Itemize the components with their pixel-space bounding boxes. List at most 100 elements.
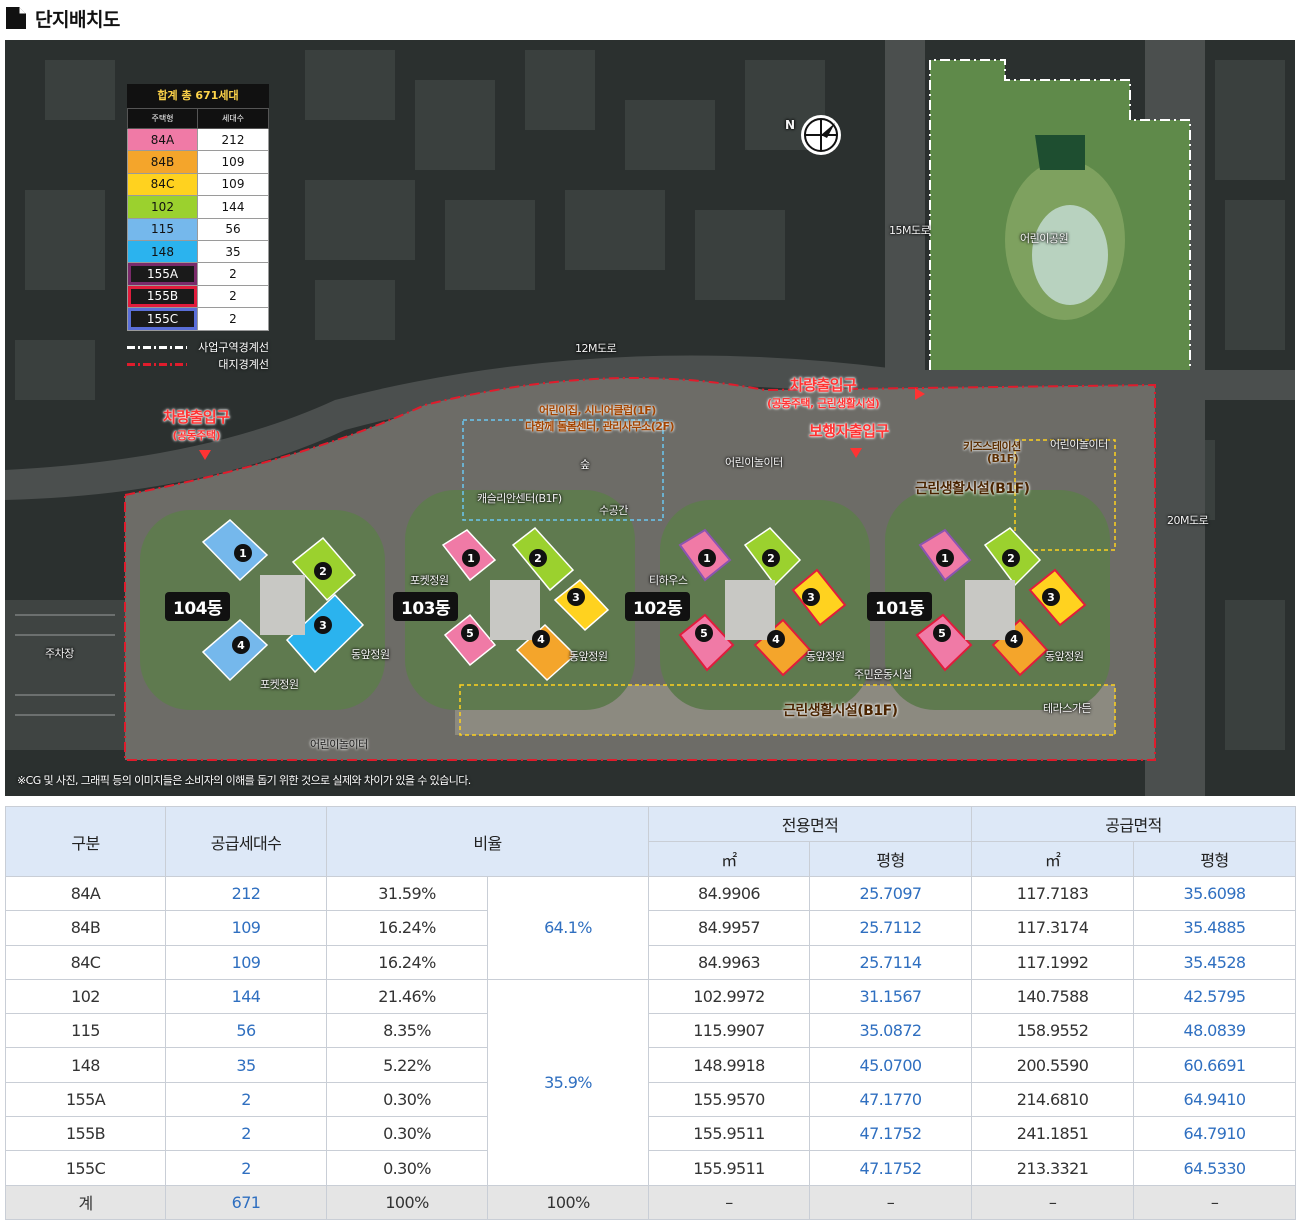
table-row: 155C 2 0.30% 155.9511 47.1752 213.3321 64.5330 [5,1150,1297,1186]
vehicle-entrance-left-label: 차량출입구 [163,408,230,426]
legend-row: 102 144 [127,195,269,219]
vehicle-entrance-right: 차량출입구 (공동주택, 근린생활시설) [767,374,880,411]
cell-exclusive-sqm: 84.9963 [648,944,810,980]
unit-marker: 1 [234,544,252,562]
total-supply-sqm: – [971,1184,1135,1220]
table-row: 155B 2 0.30% 155.9511 47.1752 241.1851 64.7910 [5,1116,1297,1152]
playground-label-1: 어린이놀이터 [725,456,783,469]
cell-exclusive-sqm: 155.9511 [648,1116,810,1152]
table-row: 84A 212 31.59% 64.1% 84.9906 25.7097 117.7183 3… [5,875,1297,980]
table-row: 84B 109 16.24% 84.9957 25.7112 117.3174 35.488… [5,910,1297,946]
cell-supply-sqm: 117.1992 [971,944,1135,980]
cell-exclusive-pyeong: 31.1567 [808,978,973,1015]
legend-type-swatch: 155B [127,284,198,309]
road-12m-label: 12M도로 [575,342,617,355]
page-title: 단지배치도 [35,8,120,31]
cell-ratio: 31.59% [326,875,488,912]
legend-business-boundary: 사업구역경계선 [127,339,269,356]
forest-label: 숲 [580,458,590,471]
document-icon [6,7,26,29]
pedestrian-entrance: 보행자출입구 [809,420,889,441]
front-garden-102-label: 동앞정원 [806,650,845,663]
legend-type-swatch: 84B [127,150,198,174]
cell-supply-units: 2 [165,1081,327,1118]
legend-type-swatch: 148 [127,239,198,264]
cell-exclusive-sqm: 84.9906 [648,875,810,912]
cell-supply-pyeong: 35.6098 [1133,875,1297,912]
cell-exclusive-sqm: 155.9570 [648,1081,810,1118]
legend-units: 56 [197,217,269,241]
total-exclusive-sqm: – [648,1184,810,1220]
cell-type: 102 [5,978,166,1015]
unit-marker: 3 [1042,588,1060,606]
header-supply-sqm: ㎡ [971,841,1135,877]
unit-marker: 4 [1005,630,1023,648]
care-center-label: 다함께 돌봄센터, 관리사무소(2F) [525,420,675,433]
cell-type: 84C [5,944,166,980]
cell-exclusive-sqm: 84.9957 [648,910,810,946]
legend-units: 35 [197,239,269,264]
legend-type-swatch: 155A [127,262,198,286]
cell-supply-units: 144 [165,978,327,1015]
header-supply-area: 공급면적 [971,806,1297,842]
cell-supply-pyeong: 35.4885 [1133,910,1297,946]
cell-exclusive-pyeong: 47.1770 [808,1081,973,1118]
legend-row: 155B 2 [127,284,269,309]
daycare-label: 어린이집, 시니어클럽(1F) [539,404,656,417]
unit-marker: 5 [461,624,479,642]
cell-supply-sqm: 117.3174 [971,910,1135,946]
cell-supply-pyeong: 35.4528 [1133,944,1297,980]
title-bar: 단지배치도 [5,4,120,32]
cell-supply-pyeong: 64.5330 [1133,1150,1297,1186]
header-supply-pyeong: 평형 [1133,841,1297,877]
cell-supply-units: 212 [165,875,327,912]
cell-exclusive-pyeong: 25.7112 [808,910,973,946]
cell-ratio: 16.24% [326,910,488,946]
unit-marker: 2 [1002,549,1020,567]
cell-supply-units: 2 [165,1116,327,1152]
legend-units: 212 [197,127,269,152]
cell-exclusive-pyeong: 25.7114 [808,944,973,980]
playground-label-2: 어린이놀이터 [1050,438,1108,451]
header-exclusive-area: 전용면적 [647,806,973,842]
cell-ratio: 5.22% [326,1047,488,1083]
unit-marker: 3 [567,588,585,606]
legend-type-swatch: 84A [127,127,198,152]
total-group-ratio: 100% [487,1184,649,1220]
legend: 합계 총 671세대 주택형 세대수 84A 212 84B 109 84C 109 102… [127,84,269,373]
cell-type: 84A [5,875,166,912]
tea-house-label: 티하우스 [649,574,688,587]
cell-exclusive-pyeong: 47.1752 [808,1116,973,1152]
cell-exclusive-sqm: 155.9511 [648,1150,810,1186]
total-supply-pyeong: – [1133,1184,1297,1220]
pedestrian-entrance-label: 보행자출입구 [809,422,889,440]
legend-units: 109 [197,172,269,197]
legend-row: 84A 212 [127,127,269,152]
legend-title: 합계 총 671세대 [127,84,269,108]
legend-type-swatch: 115 [127,217,198,241]
front-garden-103-label: 동앞정원 [569,650,608,663]
business-boundary-line-icon [127,345,187,349]
cell-supply-pyeong: 48.0839 [1133,1013,1297,1049]
cell-group-ratio: 35.9% [487,978,649,1186]
cell-supply-sqm: 214.6810 [971,1081,1135,1118]
cell-exclusive-sqm: 148.9918 [648,1047,810,1083]
cell-supply-units: 109 [165,944,327,980]
vehicle-entrance-left: 차량출입구 (공동주택) [163,406,230,443]
cell-exclusive-sqm: 102.9972 [648,978,810,1015]
cell-exclusive-pyeong: 47.1752 [808,1150,973,1186]
vehicle-entrance-left-sub: (공동주택) [172,429,221,442]
header-category: 구분 [5,806,166,877]
cell-ratio: 8.35% [326,1013,488,1049]
cell-exclusive-pyeong: 45.0700 [808,1047,973,1083]
legend-row: 155C 2 [127,307,269,331]
pocket-garden-103-label: 포켓정원 [410,574,449,587]
cell-ratio: 0.30% [326,1116,488,1152]
header-supply-units: 공급세대수 [165,806,327,877]
table-row: 102 144 21.46% 35.9% 102.9972 31.1567 140.7588… [5,978,1297,1186]
legend-units: 2 [197,262,269,286]
legend-units: 144 [197,195,269,219]
parking-label: 주차장 [45,647,74,660]
total-exclusive-pyeong: – [808,1184,973,1220]
kids-station-floor-label: (B1F) [987,452,1019,465]
